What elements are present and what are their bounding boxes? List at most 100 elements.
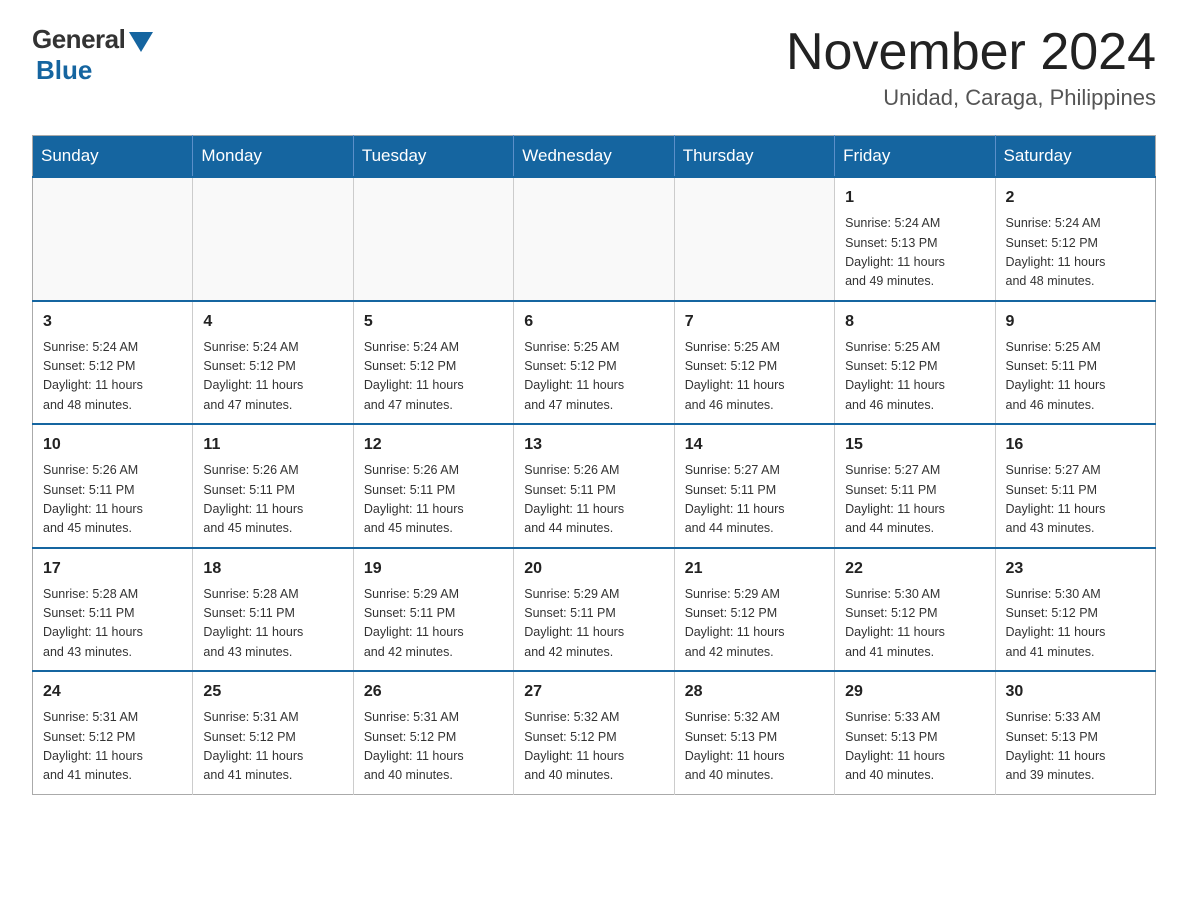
day-info: Sunrise: 5:28 AM Sunset: 5:11 PM Dayligh… <box>203 585 342 663</box>
day-info: Sunrise: 5:28 AM Sunset: 5:11 PM Dayligh… <box>43 585 182 663</box>
day-number: 19 <box>364 557 503 581</box>
day-info: Sunrise: 5:25 AM Sunset: 5:11 PM Dayligh… <box>1006 338 1145 416</box>
day-number: 4 <box>203 310 342 334</box>
day-info: Sunrise: 5:32 AM Sunset: 5:12 PM Dayligh… <box>524 708 663 786</box>
calendar-day-10: 10 Sunrise: 5:26 AM Sunset: 5:11 PM Dayli… <box>33 424 193 548</box>
calendar-day-19: 19 Sunrise: 5:29 AM Sunset: 5:11 PM Dayli… <box>353 548 513 672</box>
calendar-title: November 2024 <box>786 24 1156 81</box>
day-number: 28 <box>685 680 824 704</box>
calendar-day-16: 16 Sunrise: 5:27 AM Sunset: 5:11 PM Dayli… <box>995 424 1155 548</box>
calendar-day-9: 9 Sunrise: 5:25 AM Sunset: 5:11 PM Daylig… <box>995 301 1155 425</box>
calendar-day-2: 2 Sunrise: 5:24 AM Sunset: 5:12 PM Daylig… <box>995 177 1155 301</box>
calendar-header-sunday: Sunday <box>33 136 193 178</box>
day-number: 17 <box>43 557 182 581</box>
logo: General Blue <box>32 24 153 86</box>
calendar-day-11: 11Sunrise: 5:26 AM Sunset: 5:11 PM Dayli… <box>193 424 353 548</box>
day-info: Sunrise: 5:24 AM Sunset: 5:12 PM Dayligh… <box>203 338 342 416</box>
day-info: Sunrise: 5:31 AM Sunset: 5:12 PM Dayligh… <box>203 708 342 786</box>
day-number: 21 <box>685 557 824 581</box>
title-block: November 2024 Unidad, Caraga, Philippine… <box>786 24 1156 111</box>
day-number: 26 <box>364 680 503 704</box>
day-info: Sunrise: 5:27 AM Sunset: 5:11 PM Dayligh… <box>1006 461 1145 539</box>
calendar-day-1: 1Sunrise: 5:24 AM Sunset: 5:13 PM Daylig… <box>835 177 995 301</box>
calendar-day-5: 5 Sunrise: 5:24 AM Sunset: 5:12 PM Daylig… <box>353 301 513 425</box>
calendar-day-22: 22Sunrise: 5:30 AM Sunset: 5:12 PM Dayli… <box>835 548 995 672</box>
day-number: 27 <box>524 680 663 704</box>
day-number: 23 <box>1006 557 1145 581</box>
calendar-table: SundayMondayTuesdayWednesdayThursdayFrid… <box>32 135 1156 795</box>
day-info: Sunrise: 5:26 AM Sunset: 5:11 PM Dayligh… <box>43 461 182 539</box>
day-number: 10 <box>43 433 182 457</box>
day-info: Sunrise: 5:26 AM Sunset: 5:11 PM Dayligh… <box>364 461 503 539</box>
logo-general-text: General <box>32 24 125 55</box>
day-number: 9 <box>1006 310 1145 334</box>
calendar-day-26: 26 Sunrise: 5:31 AM Sunset: 5:12 PM Dayli… <box>353 671 513 794</box>
day-info: Sunrise: 5:30 AM Sunset: 5:12 PM Dayligh… <box>1006 585 1145 663</box>
calendar-subtitle: Unidad, Caraga, Philippines <box>786 85 1156 111</box>
calendar-day-28: 28Sunrise: 5:32 AM Sunset: 5:13 PM Dayli… <box>674 671 834 794</box>
calendar-day-18: 18 Sunrise: 5:28 AM Sunset: 5:11 PM Dayli… <box>193 548 353 672</box>
day-number: 7 <box>685 310 824 334</box>
day-info: Sunrise: 5:29 AM Sunset: 5:12 PM Dayligh… <box>685 585 824 663</box>
day-number: 1 <box>845 186 984 210</box>
calendar-header-friday: Friday <box>835 136 995 178</box>
calendar-day-20: 20Sunrise: 5:29 AM Sunset: 5:11 PM Dayli… <box>514 548 674 672</box>
day-number: 20 <box>524 557 663 581</box>
day-number: 18 <box>203 557 342 581</box>
day-number: 13 <box>524 433 663 457</box>
calendar-header-monday: Monday <box>193 136 353 178</box>
calendar-day-empty-03 <box>514 177 674 301</box>
day-info: Sunrise: 5:27 AM Sunset: 5:11 PM Dayligh… <box>685 461 824 539</box>
day-number: 5 <box>364 310 503 334</box>
calendar-day-8: 8Sunrise: 5:25 AM Sunset: 5:12 PM Daylig… <box>835 301 995 425</box>
day-number: 6 <box>524 310 663 334</box>
day-info: Sunrise: 5:24 AM Sunset: 5:12 PM Dayligh… <box>364 338 503 416</box>
day-info: Sunrise: 5:25 AM Sunset: 5:12 PM Dayligh… <box>685 338 824 416</box>
calendar-day-12: 12 Sunrise: 5:26 AM Sunset: 5:11 PM Dayli… <box>353 424 513 548</box>
day-number: 24 <box>43 680 182 704</box>
day-info: Sunrise: 5:26 AM Sunset: 5:11 PM Dayligh… <box>524 461 663 539</box>
day-number: 16 <box>1006 433 1145 457</box>
day-number: 12 <box>364 433 503 457</box>
calendar-header-saturday: Saturday <box>995 136 1155 178</box>
calendar-header-tuesday: Tuesday <box>353 136 513 178</box>
calendar-day-23: 23 Sunrise: 5:30 AM Sunset: 5:12 PM Dayli… <box>995 548 1155 672</box>
day-number: 14 <box>685 433 824 457</box>
day-number: 15 <box>845 433 984 457</box>
calendar-header-thursday: Thursday <box>674 136 834 178</box>
calendar-header-wednesday: Wednesday <box>514 136 674 178</box>
calendar-day-24: 24 Sunrise: 5:31 AM Sunset: 5:12 PM Dayli… <box>33 671 193 794</box>
day-info: Sunrise: 5:31 AM Sunset: 5:12 PM Dayligh… <box>364 708 503 786</box>
day-number: 2 <box>1006 186 1145 210</box>
day-info: Sunrise: 5:30 AM Sunset: 5:12 PM Dayligh… <box>845 585 984 663</box>
page-header: General Blue November 2024 Unidad, Carag… <box>32 24 1156 111</box>
day-info: Sunrise: 5:29 AM Sunset: 5:11 PM Dayligh… <box>364 585 503 663</box>
calendar-week-3: 10 Sunrise: 5:26 AM Sunset: 5:11 PM Dayli… <box>33 424 1156 548</box>
calendar-day-3: 3 Sunrise: 5:24 AM Sunset: 5:12 PM Daylig… <box>33 301 193 425</box>
calendar-day-25: 25 Sunrise: 5:31 AM Sunset: 5:12 PM Dayli… <box>193 671 353 794</box>
day-info: Sunrise: 5:24 AM Sunset: 5:12 PM Dayligh… <box>1006 214 1145 292</box>
calendar-day-14: 14 Sunrise: 5:27 AM Sunset: 5:11 PM Dayli… <box>674 424 834 548</box>
logo-blue-text: Blue <box>36 55 92 86</box>
day-info: Sunrise: 5:31 AM Sunset: 5:12 PM Dayligh… <box>43 708 182 786</box>
day-info: Sunrise: 5:33 AM Sunset: 5:13 PM Dayligh… <box>845 708 984 786</box>
calendar-day-29: 29 Sunrise: 5:33 AM Sunset: 5:13 PM Dayli… <box>835 671 995 794</box>
calendar-week-2: 3 Sunrise: 5:24 AM Sunset: 5:12 PM Daylig… <box>33 301 1156 425</box>
calendar-day-empty-04 <box>674 177 834 301</box>
calendar-week-5: 24 Sunrise: 5:31 AM Sunset: 5:12 PM Dayli… <box>33 671 1156 794</box>
day-number: 11 <box>203 433 342 457</box>
calendar-day-4: 4 Sunrise: 5:24 AM Sunset: 5:12 PM Daylig… <box>193 301 353 425</box>
calendar-day-30: 30Sunrise: 5:33 AM Sunset: 5:13 PM Dayli… <box>995 671 1155 794</box>
calendar-day-6: 6Sunrise: 5:25 AM Sunset: 5:12 PM Daylig… <box>514 301 674 425</box>
day-number: 8 <box>845 310 984 334</box>
calendar-day-21: 21 Sunrise: 5:29 AM Sunset: 5:12 PM Dayli… <box>674 548 834 672</box>
calendar-week-1: 1Sunrise: 5:24 AM Sunset: 5:13 PM Daylig… <box>33 177 1156 301</box>
day-number: 25 <box>203 680 342 704</box>
calendar-day-27: 27 Sunrise: 5:32 AM Sunset: 5:12 PM Dayli… <box>514 671 674 794</box>
calendar-day-empty-02 <box>353 177 513 301</box>
calendar-week-4: 17 Sunrise: 5:28 AM Sunset: 5:11 PM Dayli… <box>33 548 1156 672</box>
day-number: 3 <box>43 310 182 334</box>
day-number: 29 <box>845 680 984 704</box>
day-info: Sunrise: 5:24 AM Sunset: 5:12 PM Dayligh… <box>43 338 182 416</box>
calendar-day-empty-00 <box>33 177 193 301</box>
